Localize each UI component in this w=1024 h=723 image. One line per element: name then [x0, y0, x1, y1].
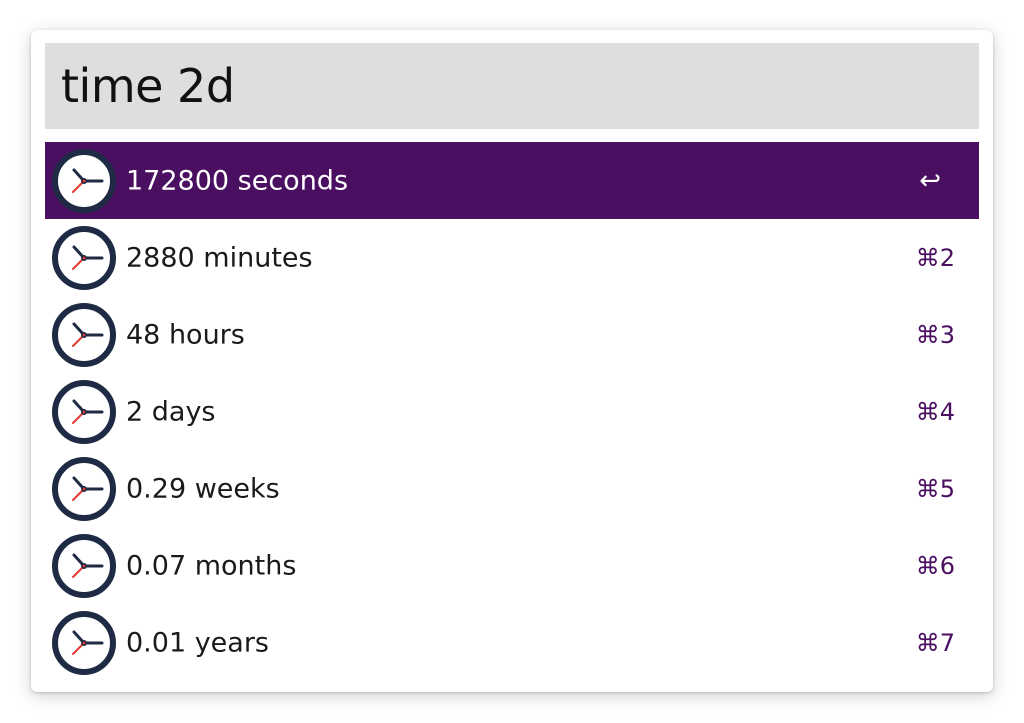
clock-icon	[52, 456, 116, 521]
launcher-window: 172800 seconds ↩ 2880 minutes ⌘2 48 hour…	[31, 30, 993, 692]
results-list: 172800 seconds ↩ 2880 minutes ⌘2 48 hour…	[45, 142, 979, 681]
result-row[interactable]: 2 days ⌘4	[45, 373, 979, 450]
shortcut-hint: ⌘2	[915, 243, 955, 272]
result-row[interactable]: 2880 minutes ⌘2	[45, 219, 979, 296]
result-label: 48 hours	[126, 319, 245, 350]
clock-icon	[52, 148, 116, 213]
result-row[interactable]: 48 hours ⌘3	[45, 296, 979, 373]
shortcut-hint: ⌘5	[915, 474, 955, 503]
clock-icon	[52, 533, 116, 598]
shortcut-hint: ⌘7	[915, 628, 955, 657]
result-label: 0.07 months	[126, 550, 297, 581]
search-input[interactable]	[61, 59, 979, 113]
search-bar[interactable]	[45, 43, 979, 129]
clock-icon	[52, 379, 116, 444]
result-label: 172800 seconds	[126, 165, 349, 196]
clock-icon	[52, 302, 116, 367]
clock-icon	[52, 225, 116, 290]
result-row[interactable]: 172800 seconds ↩	[45, 142, 979, 219]
result-row[interactable]: 0.29 weeks ⌘5	[45, 450, 979, 527]
result-label: 2880 minutes	[126, 242, 313, 273]
result-label: 0.29 weeks	[126, 473, 280, 504]
shortcut-hint: ⌘4	[915, 397, 955, 426]
return-key-icon: ↩	[919, 165, 941, 196]
clock-icon	[52, 610, 116, 675]
result-row[interactable]: 0.01 years ⌘7	[45, 604, 979, 681]
result-label: 0.01 years	[126, 627, 270, 658]
shortcut-hint: ⌘6	[915, 551, 955, 580]
shortcut-hint: ⌘3	[915, 320, 955, 349]
result-row[interactable]: 0.07 months ⌘6	[45, 527, 979, 604]
result-label: 2 days	[126, 396, 216, 427]
